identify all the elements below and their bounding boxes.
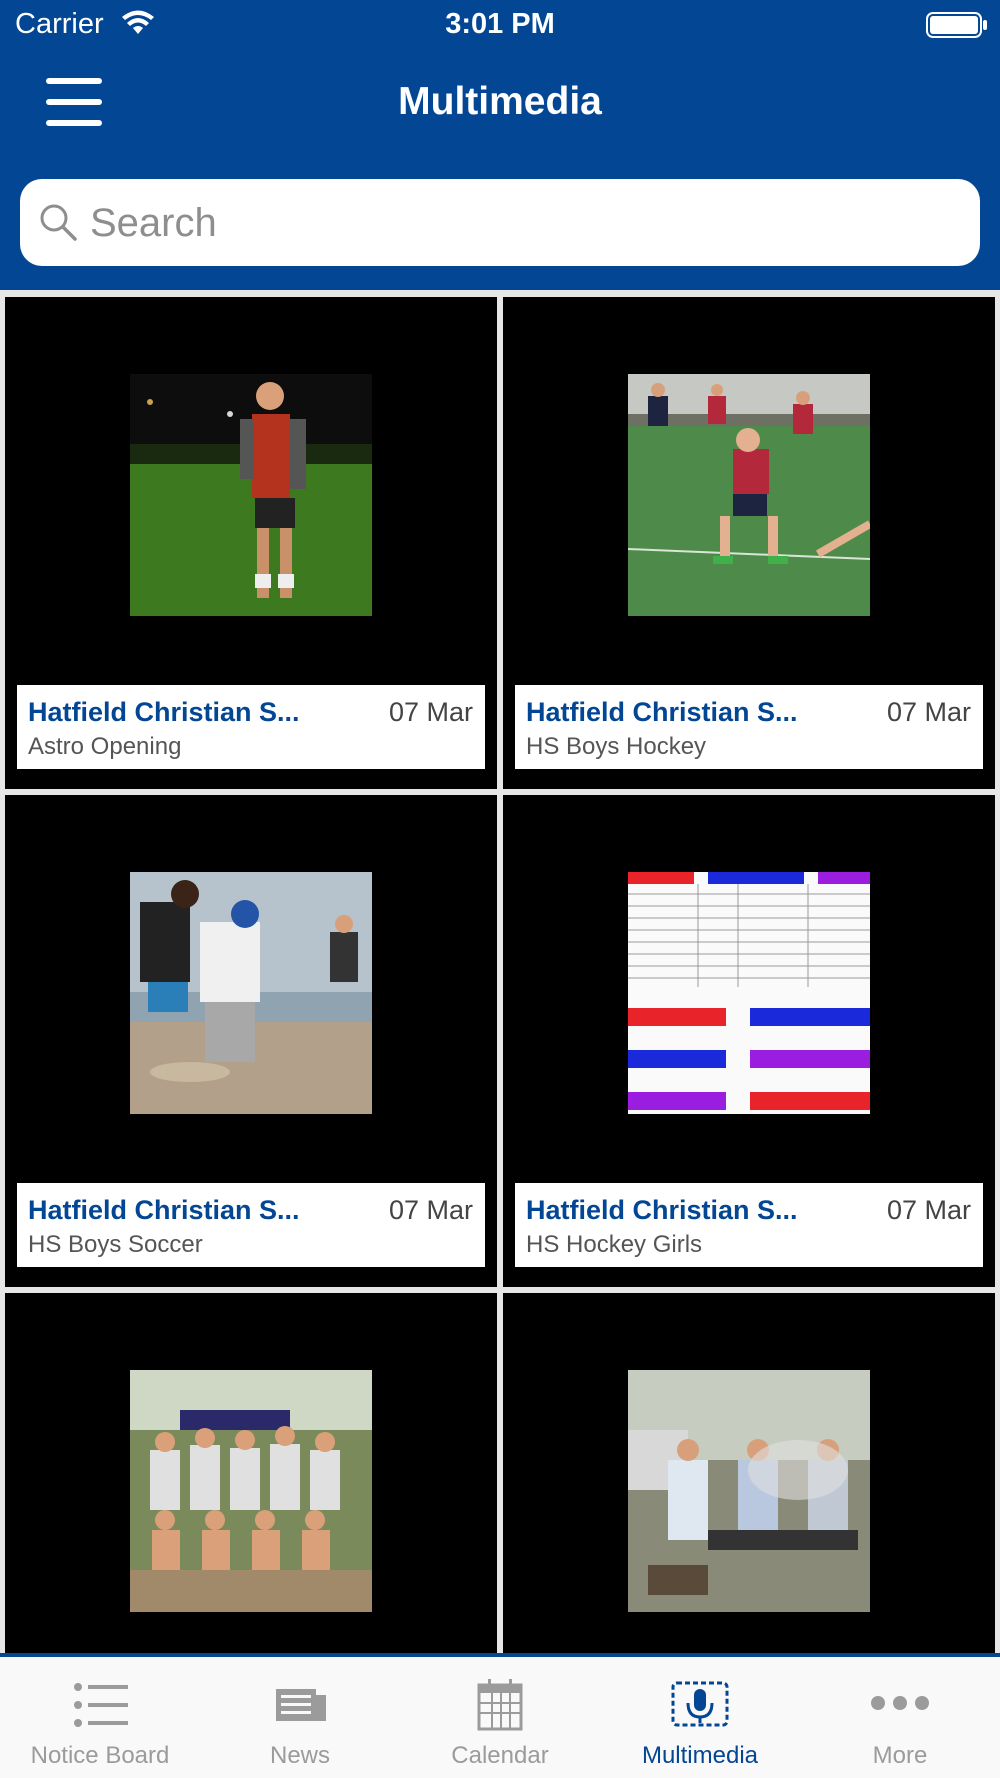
album-tile[interactable]: Hatfield Christian S... 07 Mar Astro Ope… <box>5 297 497 789</box>
album-title: Hatfield Christian S... <box>526 1195 798 1225</box>
album-grid: Hatfield Christian S... 07 Mar Astro Ope… <box>5 297 995 1653</box>
tab-multimedia[interactable]: Multimedia <box>600 1657 800 1778</box>
tab-calendar[interactable]: Calendar <box>400 1657 600 1778</box>
tab-notice-board[interactable]: Notice Board <box>0 1657 200 1778</box>
tab-label: Calendar <box>451 1742 549 1769</box>
album-thumbnail <box>130 1370 372 1612</box>
album-title: Hatfield Christian S... <box>28 1195 300 1225</box>
album-thumbnail <box>628 374 870 616</box>
tab-news[interactable]: News <box>200 1657 400 1778</box>
search-icon <box>40 204 77 241</box>
tab-label: Multimedia <box>641 1742 759 1769</box>
tab-label: More <box>872 1742 928 1769</box>
tab-more[interactable]: More <box>800 1657 1000 1778</box>
tab-label: Notice Board <box>30 1742 170 1769</box>
album-date: 07 Mar <box>388 697 473 727</box>
album-thumbnail <box>130 374 372 616</box>
album-tile[interactable]: Hatfield Christian S... 07 Mar HS Hockey… <box>503 795 995 1287</box>
navigation-header: Carrier 3:01 PM Multimedia <box>0 0 1000 290</box>
album-subtitle: HS Boys Soccer <box>28 1231 203 1258</box>
microphone-icon <box>671 1681 729 1727</box>
newspaper-icon <box>276 1689 326 1721</box>
album-thumbnail <box>628 872 870 1114</box>
list-icon <box>74 1683 128 1727</box>
status-time: 3:01 PM <box>445 8 555 40</box>
album-date: 07 Mar <box>388 1195 473 1225</box>
album-thumbnail <box>628 1370 870 1612</box>
tab-bar: Notice Board News Calendar Multimedia Mo… <box>0 1653 1000 1778</box>
album-title: Hatfield Christian S... <box>526 697 798 727</box>
album-caption: Hatfield Christian S... 07 Mar HS Hockey… <box>515 1183 983 1267</box>
calendar-icon <box>477 1679 523 1731</box>
album-tile[interactable] <box>5 1293 497 1653</box>
album-date: 07 Mar <box>886 697 971 727</box>
album-date: 07 Mar <box>886 1195 971 1225</box>
album-tile[interactable]: Hatfield Christian S... 07 Mar HS Boys S… <box>5 795 497 1287</box>
tab-label: News <box>269 1742 330 1769</box>
more-dots-icon <box>871 1696 929 1710</box>
album-tile[interactable]: Hatfield Christian S... 07 Mar HS Boys H… <box>503 297 995 789</box>
search-input[interactable] <box>90 193 950 253</box>
album-caption: Hatfield Christian S... 07 Mar Astro Ope… <box>17 685 485 769</box>
battery-icon <box>926 12 987 38</box>
album-caption: Hatfield Christian S... 07 Mar HS Boys H… <box>515 685 983 769</box>
search-bar[interactable] <box>20 179 980 266</box>
album-subtitle: HS Hockey Girls <box>526 1231 703 1258</box>
status-bar: Carrier 3:01 PM <box>0 0 1000 50</box>
album-caption: Hatfield Christian S... 07 Mar HS Boys S… <box>17 1183 485 1267</box>
album-title: Hatfield Christian S... <box>28 697 300 727</box>
album-tile[interactable] <box>503 1293 995 1653</box>
album-thumbnail <box>130 872 372 1114</box>
page-title: Multimedia <box>398 80 602 123</box>
album-subtitle: HS Boys Hockey <box>526 733 707 760</box>
album-subtitle: Astro Opening <box>28 733 182 760</box>
